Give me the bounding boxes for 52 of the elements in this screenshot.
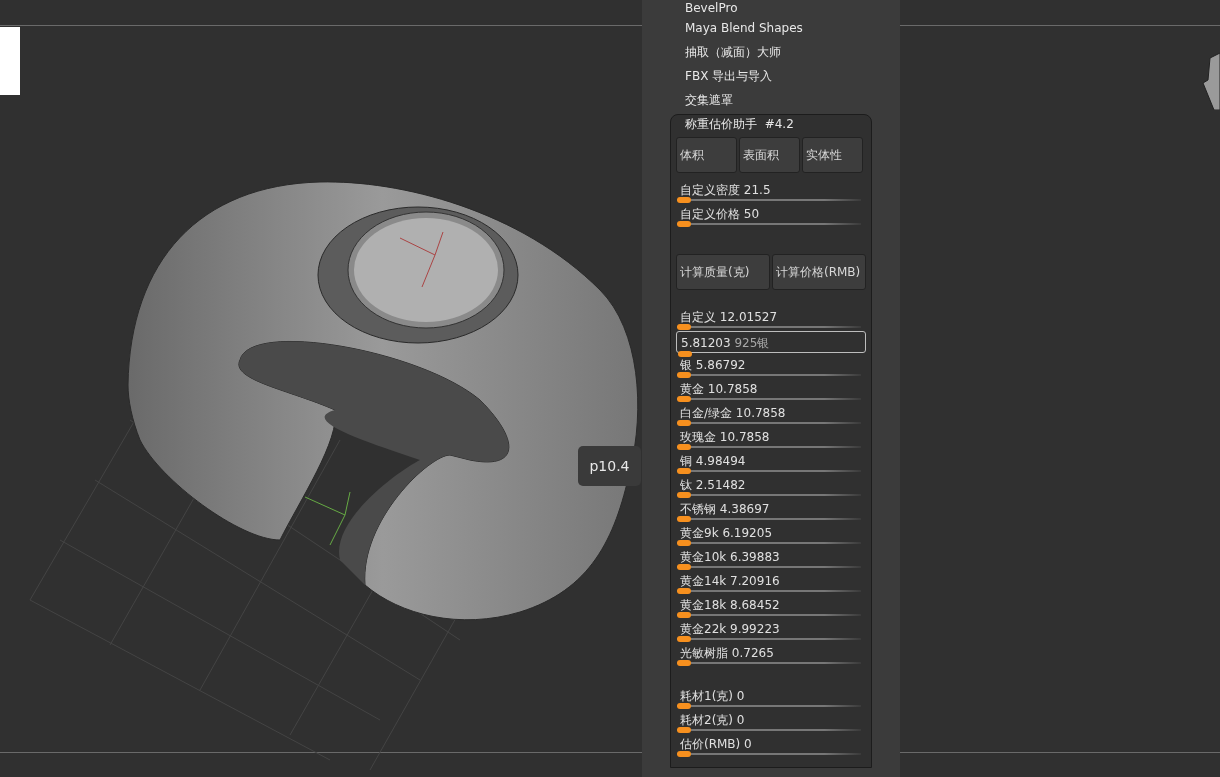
slider-thumb[interactable] <box>677 197 691 203</box>
mode-button[interactable]: 体积 <box>676 137 737 173</box>
plugin-title: 称重估价助手 #4.2 <box>684 116 795 133</box>
slider-thumb[interactable] <box>677 444 691 450</box>
slider-thumb[interactable] <box>677 612 691 618</box>
slider[interactable]: 黄金14k 7.20916 <box>676 570 866 594</box>
slider[interactable]: 自定义价格 50 <box>676 203 866 227</box>
slider-thumb[interactable] <box>677 372 691 378</box>
slider-thumb[interactable] <box>677 636 691 642</box>
slider-thumb[interactable] <box>677 324 691 330</box>
slider[interactable]: 耗材2(克) 0 <box>676 709 866 733</box>
calculate-button[interactable]: 计算价格(RMB) <box>772 254 866 290</box>
slider[interactable]: 玫瑰金 10.7858 <box>676 426 866 450</box>
slider[interactable]: 自定义 12.01527 <box>676 306 866 330</box>
slider-thumb[interactable] <box>677 396 691 402</box>
slider[interactable]: 白金/绿金 10.7858 <box>676 402 866 426</box>
slider[interactable]: 自定义密度 21.5 <box>676 179 866 203</box>
calculate-button[interactable]: 计算质量(克) <box>676 254 770 290</box>
slider-thumb[interactable] <box>677 492 691 498</box>
slider-thumb[interactable] <box>677 727 691 733</box>
slider-thumb[interactable] <box>677 660 691 666</box>
blank-side-panel <box>0 27 20 95</box>
mode-button[interactable]: 表面积 <box>739 137 800 173</box>
slider[interactable]: 黄金 10.7858 <box>676 378 866 402</box>
plugin-menu-item[interactable]: 交集遮罩 <box>670 88 900 112</box>
slider-thumb[interactable] <box>677 751 691 757</box>
plugin-menu-item[interactable]: BevelPro <box>670 0 900 16</box>
slider-thumb[interactable] <box>677 468 691 474</box>
slider[interactable]: 黄金18k 8.68452 <box>676 594 866 618</box>
slider-thumb[interactable] <box>677 221 691 227</box>
slider[interactable]: 黄金10k 6.39883 <box>676 546 866 570</box>
slider[interactable]: 估价(RMB) 0 <box>676 733 866 757</box>
slider[interactable]: 光敏树脂 0.7265 <box>676 642 866 666</box>
slider-thumb[interactable] <box>677 540 691 546</box>
plugin-menu-item[interactable]: Maya Blend Shapes <box>670 16 900 40</box>
slider[interactable]: 银 5.86792 <box>676 354 866 378</box>
slider[interactable]: 耗材1(克) 0 <box>676 685 866 709</box>
slider-thumb[interactable] <box>677 420 691 426</box>
slider[interactable]: 黄金22k 9.99223 <box>676 618 866 642</box>
slider-thumb[interactable] <box>678 351 692 357</box>
slider-thumb[interactable] <box>677 588 691 594</box>
plugin-menu-item[interactable]: 抽取（减面）大师 <box>670 40 900 64</box>
plugin-menu-item[interactable]: FBX 导出与导入 <box>670 64 900 88</box>
slider[interactable]: 不锈钢 4.38697 <box>676 498 866 522</box>
tooltip: p10.4 <box>578 446 641 486</box>
mode-button[interactable]: 实体性 <box>802 137 863 173</box>
slider[interactable]: 黄金9k 6.19205 <box>676 522 866 546</box>
slider[interactable]: 铜 4.98494 <box>676 450 866 474</box>
slider-thumb[interactable] <box>677 564 691 570</box>
slider-thumb[interactable] <box>677 703 691 709</box>
slider[interactable]: 钛 2.51482 <box>676 474 866 498</box>
slider-thumb[interactable] <box>677 516 691 522</box>
